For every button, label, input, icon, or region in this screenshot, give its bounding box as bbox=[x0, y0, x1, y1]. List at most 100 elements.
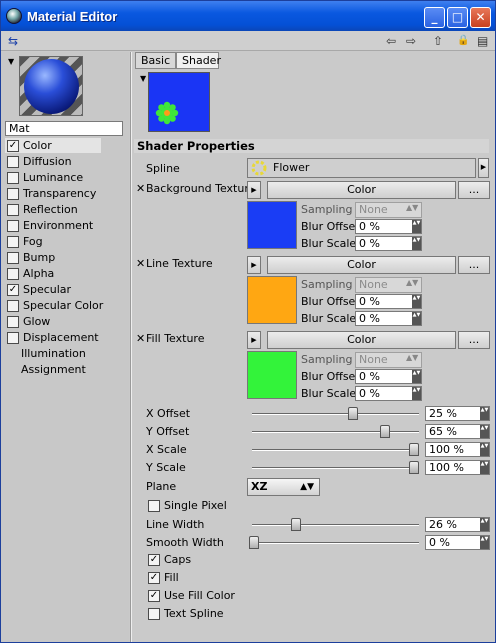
y-scale-track[interactable] bbox=[252, 467, 419, 469]
channel-checkbox[interactable] bbox=[7, 204, 19, 216]
material-name-field[interactable]: Mat bbox=[5, 121, 123, 136]
line-width-track[interactable] bbox=[252, 524, 419, 526]
spinner-icon[interactable]: ▲▼ bbox=[480, 443, 489, 456]
channel-item[interactable]: ✓ Color bbox=[5, 138, 101, 153]
spinner-icon[interactable]: ▲▼ bbox=[412, 237, 421, 250]
spinner-icon[interactable]: ▲▼ bbox=[412, 387, 421, 400]
channel-checkbox[interactable]: ✓ bbox=[7, 140, 19, 152]
channel-item[interactable]: Alpha bbox=[5, 266, 129, 281]
lock-icon[interactable]: 🔒 bbox=[457, 33, 469, 49]
spinner-icon[interactable]: ▲▼ bbox=[480, 407, 489, 420]
x-scale-field[interactable]: 100 % ▲▼ bbox=[425, 442, 490, 457]
texture-color-button[interactable]: Color bbox=[267, 256, 456, 274]
channel-checkbox[interactable] bbox=[7, 156, 19, 168]
forward-arrow-icon[interactable]: ⇨ bbox=[406, 33, 416, 49]
layout-icon[interactable]: ▤ bbox=[477, 33, 488, 49]
option-checkbox[interactable] bbox=[148, 608, 160, 620]
texture-menu-button[interactable]: ▶ bbox=[247, 256, 261, 274]
texture-more-button[interactable]: ... bbox=[458, 256, 490, 274]
channel-checkbox[interactable] bbox=[7, 300, 19, 312]
pane-divider[interactable] bbox=[130, 52, 132, 642]
y-scale-thumb[interactable] bbox=[409, 461, 419, 474]
x-scale-track[interactable] bbox=[252, 449, 419, 451]
blur-offset-field[interactable]: 0 % ▲▼ bbox=[355, 294, 422, 309]
smooth-width-field[interactable]: 0 % ▲▼ bbox=[425, 535, 490, 550]
extra-item[interactable]: Assignment bbox=[21, 362, 86, 377]
option-checkbox[interactable]: ✓ bbox=[148, 554, 160, 566]
preview-menu-arrow-icon[interactable]: ▼ bbox=[8, 57, 14, 66]
channel-item[interactable]: Reflection bbox=[5, 202, 129, 217]
up-arrow-icon[interactable]: ⇧ bbox=[433, 33, 443, 49]
texture-color-button[interactable]: Color bbox=[267, 181, 456, 199]
x-scale-thumb[interactable] bbox=[409, 443, 419, 456]
pick-icon[interactable]: ⇆ bbox=[8, 33, 18, 49]
channel-item[interactable]: Environment bbox=[5, 218, 129, 233]
x-offset-track[interactable] bbox=[252, 413, 419, 415]
texture-menu-button[interactable]: ▶ bbox=[247, 181, 261, 199]
back-arrow-icon[interactable]: ⇦ bbox=[386, 33, 396, 49]
tab-shader[interactable]: Shader bbox=[176, 52, 221, 69]
option-checkbox[interactable]: ✓ bbox=[148, 590, 160, 602]
texture-swatch[interactable] bbox=[247, 351, 297, 399]
channel-item[interactable]: Specular Color bbox=[5, 298, 129, 313]
channel-checkbox[interactable] bbox=[7, 188, 19, 200]
texture-swatch[interactable] bbox=[247, 201, 297, 249]
spinner-icon[interactable]: ▲▼ bbox=[480, 518, 489, 531]
spinner-icon[interactable]: ▲▼ bbox=[412, 295, 421, 308]
spinner-icon[interactable]: ▲▼ bbox=[412, 312, 421, 325]
line-width-thumb[interactable] bbox=[290, 518, 301, 531]
option-checkbox[interactable]: ✓ bbox=[148, 572, 160, 584]
plane-dropdown[interactable]: XZ ▲▼ bbox=[247, 478, 320, 496]
smooth-width-thumb[interactable] bbox=[249, 536, 259, 549]
minimize-button[interactable]: _ bbox=[424, 7, 445, 28]
maximize-button[interactable]: □ bbox=[447, 7, 468, 28]
channel-item[interactable]: Displacement bbox=[5, 330, 129, 345]
spinner-icon[interactable]: ▲▼ bbox=[480, 461, 489, 474]
channel-checkbox[interactable] bbox=[7, 172, 19, 184]
material-preview[interactable] bbox=[19, 56, 83, 116]
y-scale-field[interactable]: 100 % ▲▼ bbox=[425, 460, 490, 475]
channel-checkbox[interactable] bbox=[7, 236, 19, 248]
channel-checkbox[interactable]: ✓ bbox=[7, 284, 19, 296]
line-width-field[interactable]: 26 % ▲▼ bbox=[425, 517, 490, 532]
blur-offset-field[interactable]: 0 % ▲▼ bbox=[355, 369, 422, 384]
channel-checkbox[interactable] bbox=[7, 220, 19, 232]
channel-item[interactable]: Fog bbox=[5, 234, 129, 249]
channel-item[interactable]: Glow bbox=[5, 314, 129, 329]
y-offset-thumb[interactable] bbox=[380, 425, 391, 438]
channel-item[interactable]: Bump bbox=[5, 250, 129, 265]
single-pixel-checkbox[interactable] bbox=[148, 500, 160, 512]
spinner-icon[interactable]: ▲▼ bbox=[412, 220, 421, 233]
y-offset-track[interactable] bbox=[252, 431, 419, 433]
channel-item[interactable]: Diffusion bbox=[5, 154, 129, 169]
close-button[interactable]: ✕ bbox=[470, 7, 491, 28]
spline-field[interactable]: Flower bbox=[247, 158, 476, 178]
y-offset-field[interactable]: 65 % ▲▼ bbox=[425, 424, 490, 439]
texture-more-button[interactable]: ... bbox=[458, 331, 490, 349]
spinner-icon[interactable]: ▲▼ bbox=[480, 425, 489, 438]
tab-basic[interactable]: Basic bbox=[135, 52, 176, 69]
spinner-icon[interactable]: ▲▼ bbox=[412, 370, 421, 383]
blur-scale-field[interactable]: 0 % ▲▼ bbox=[355, 386, 422, 401]
blur-scale-field[interactable]: 0 % ▲▼ bbox=[355, 311, 422, 326]
blur-offset-field[interactable]: 0 % ▲▼ bbox=[355, 219, 422, 234]
spinner-icon[interactable]: ▲▼ bbox=[480, 536, 489, 549]
spline-menu-button[interactable]: ▶ bbox=[478, 158, 489, 178]
texture-menu-button[interactable]: ▶ bbox=[247, 331, 261, 349]
x-offset-thumb[interactable] bbox=[348, 407, 359, 420]
texture-swatch[interactable] bbox=[247, 276, 297, 324]
x-offset-field[interactable]: 25 % ▲▼ bbox=[425, 406, 490, 421]
channel-item[interactable]: ✓ Specular bbox=[5, 282, 129, 297]
channel-item[interactable]: Luminance bbox=[5, 170, 129, 185]
channel-item[interactable]: Transparency bbox=[5, 186, 129, 201]
channel-checkbox[interactable] bbox=[7, 316, 19, 328]
smooth-width-track[interactable] bbox=[252, 542, 419, 544]
extra-item[interactable]: Illumination bbox=[21, 346, 86, 361]
texture-more-button[interactable]: ... bbox=[458, 181, 490, 199]
channel-checkbox[interactable] bbox=[7, 332, 19, 344]
blur-scale-field[interactable]: 0 % ▲▼ bbox=[355, 236, 422, 251]
texture-color-button[interactable]: Color bbox=[267, 331, 456, 349]
shader-preview-menu-arrow-icon[interactable]: ▼ bbox=[140, 74, 146, 83]
title-bar[interactable]: Material Editor _ □ ✕ bbox=[1, 1, 495, 31]
channel-checkbox[interactable] bbox=[7, 252, 19, 264]
